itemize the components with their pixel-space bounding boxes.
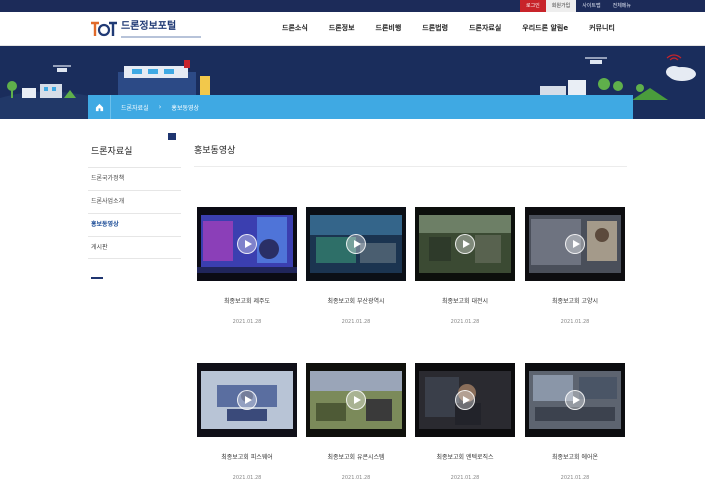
video-card-daejeon[interactable]: 최종보고회 대전시 2021.01.28	[415, 207, 515, 325]
logo-subtext-line	[121, 35, 201, 38]
sidebar-divider	[91, 277, 103, 279]
all-menu-link[interactable]: 전체메뉴	[607, 0, 637, 12]
sidebar-badge	[168, 133, 176, 140]
video-title[interactable]: 최종보고회 에어온	[525, 452, 625, 461]
video-title[interactable]: 최종보고회 고양시	[525, 296, 625, 305]
home-icon[interactable]	[88, 95, 110, 119]
nav-item-drone-alert[interactable]: 우리드론 알림e	[522, 12, 568, 46]
video-title[interactable]: 최종보고회 대전시	[415, 296, 515, 305]
play-icon[interactable]	[455, 234, 475, 254]
site-logo[interactable]: 드론정보포털	[90, 18, 201, 40]
video-title[interactable]: 최종보고회 엔텍로직스	[415, 452, 515, 461]
sidebar-item-national-policy[interactable]: 드론국가정책	[88, 167, 181, 190]
video-card-pisware[interactable]: 최종보고회 피스웨어 2021.01.28	[197, 363, 297, 481]
login-link[interactable]: 로그인	[519, 0, 546, 12]
play-icon[interactable]	[237, 234, 257, 254]
video-thumbnail[interactable]	[197, 363, 297, 437]
video-date: 2021.01.28	[450, 319, 480, 325]
play-icon[interactable]	[455, 390, 475, 410]
video-thumbnail[interactable]	[306, 207, 406, 281]
sitemap-link[interactable]: 사이트맵	[576, 0, 606, 12]
video-card-jeju[interactable]: 최종보고회 제주도 2021.01.28	[197, 207, 297, 325]
video-date: 2021.01.28	[341, 319, 371, 325]
breadcrumb-item-archive[interactable]: 드론자료실	[111, 103, 159, 112]
nav-item-drone-archive[interactable]: 드론자료실	[469, 12, 501, 46]
sidebar-title: 드론자료실	[91, 147, 133, 157]
logo-mark-icon	[90, 20, 118, 38]
video-thumbnail[interactable]	[525, 363, 625, 437]
main-navigation: 드론소식 드론정보 드론비행 드론법령 드론자료실 우리드론 알림e 커뮤니티	[282, 12, 636, 46]
video-thumbnail[interactable]	[415, 207, 515, 281]
sidebar-menu: 드론국가정책 드론사업소개 홍보동영상 게시판	[88, 167, 181, 259]
nav-item-drone-flight[interactable]: 드론비행	[376, 12, 402, 46]
video-title[interactable]: 최종보고회 제주도	[197, 296, 297, 305]
video-title[interactable]: 최종보고회 유콘시스템	[306, 452, 406, 461]
video-date: 2021.01.28	[560, 475, 590, 481]
logo-text: 드론정보포털	[121, 20, 177, 32]
play-icon[interactable]	[565, 390, 585, 410]
sidebar-item-projects[interactable]: 드론사업소개	[88, 190, 181, 213]
video-thumbnail[interactable]	[197, 207, 297, 281]
video-thumbnail[interactable]	[306, 363, 406, 437]
video-title[interactable]: 최종보고회 부산광역시	[306, 296, 406, 305]
video-date: 2021.01.28	[232, 475, 262, 481]
title-divider	[194, 166, 627, 167]
site-header: 드론정보포털 드론소식 드론정보 드론비행 드론법령 드론자료실 우리드론 알림…	[0, 12, 705, 46]
video-title[interactable]: 최종보고회 피스웨어	[197, 452, 297, 461]
play-icon[interactable]	[346, 390, 366, 410]
video-card-airon[interactable]: 최종보고회 에어온 2021.01.28	[525, 363, 625, 481]
nav-item-drone-news[interactable]: 드론소식	[282, 12, 308, 46]
join-link[interactable]: 회원가입	[545, 0, 577, 12]
utility-bar: 로그인 회원가입 사이트맵 전체메뉴	[0, 0, 705, 12]
nav-item-drone-info[interactable]: 드론정보	[329, 12, 355, 46]
play-icon[interactable]	[565, 234, 585, 254]
video-card-goyang[interactable]: 최종보고회 고양시 2021.01.28	[525, 207, 625, 325]
video-card-ucon-system[interactable]: 최종보고회 유콘시스템 2021.01.28	[306, 363, 406, 481]
video-card-busan[interactable]: 최종보고회 부산광역시 2021.01.28	[306, 207, 406, 325]
video-thumbnail[interactable]	[525, 207, 625, 281]
breadcrumb-item-video[interactable]: 홍보동영상	[161, 103, 209, 112]
sidebar-item-board[interactable]: 게시판	[88, 236, 181, 259]
sidebar: 드론자료실 드론국가정책 드론사업소개 홍보동영상 게시판	[88, 119, 181, 319]
breadcrumb: 드론자료실 › 홍보동영상	[88, 95, 633, 119]
play-icon[interactable]	[346, 234, 366, 254]
video-date: 2021.01.28	[450, 475, 480, 481]
video-date: 2021.01.28	[341, 475, 371, 481]
utility-links: 로그인 회원가입 사이트맵 전체메뉴	[519, 0, 637, 12]
video-date: 2021.01.28	[560, 319, 590, 325]
page-title: 홍보동영상	[194, 146, 236, 156]
video-thumbnail[interactable]	[415, 363, 515, 437]
video-card-entek-logics[interactable]: 최종보고회 엔텍로직스 2021.01.28	[415, 363, 515, 481]
sidebar-item-promo-video[interactable]: 홍보동영상	[88, 213, 181, 236]
nav-item-community[interactable]: 커뮤니티	[589, 12, 615, 46]
video-date: 2021.01.28	[232, 319, 262, 325]
play-icon[interactable]	[237, 390, 257, 410]
nav-item-drone-law[interactable]: 드론법령	[422, 12, 448, 46]
